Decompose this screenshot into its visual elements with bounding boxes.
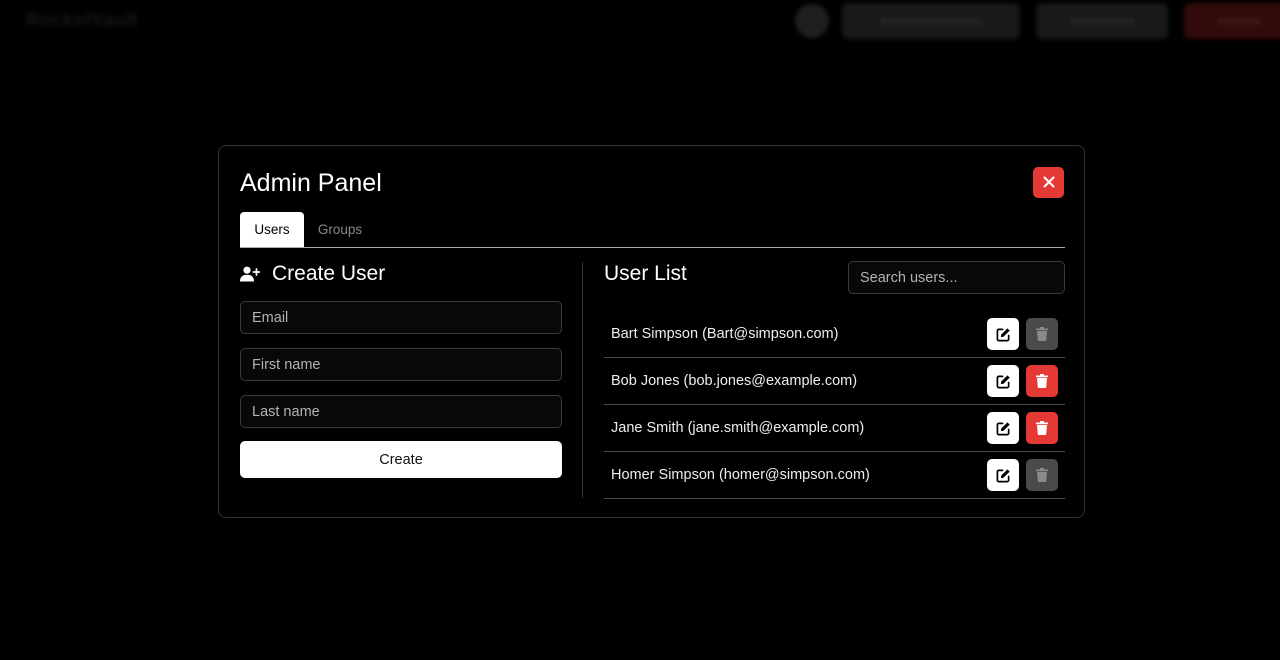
tab-users[interactable]: Users (240, 212, 304, 247)
edit-icon (996, 374, 1010, 388)
edit-icon (996, 421, 1010, 435)
trash-icon (1036, 327, 1048, 341)
tab-groups[interactable]: Groups (304, 212, 376, 247)
app-logo: RocketVault (26, 10, 139, 31)
user-label: Homer Simpson (homer@simpson.com) (611, 467, 870, 483)
create-button[interactable]: Create (240, 441, 562, 478)
create-user-title: Create User (272, 262, 386, 285)
admin-panel-modal: Admin Panel Users Groups Create User Cre… (218, 145, 1085, 518)
delete-user-button (1026, 318, 1058, 350)
create-user-heading: Create User (240, 261, 562, 287)
trash-icon (1036, 374, 1048, 388)
user-list-title: User List (604, 262, 687, 285)
edit-user-button[interactable] (987, 318, 1019, 350)
close-icon (1043, 176, 1054, 188)
edit-user-button[interactable] (987, 459, 1019, 491)
user-label: Jane Smith (jane.smith@example.com) (611, 420, 865, 436)
modal-title: Admin Panel (240, 169, 382, 197)
trash-icon (1036, 421, 1048, 435)
first-name-field[interactable] (240, 348, 562, 381)
edit-user-button[interactable] (987, 412, 1019, 444)
user-row: Bob Jones (bob.jones@example.com) (604, 358, 1065, 405)
header-button-3: ●●●●●● (1184, 3, 1280, 39)
header-button-2: ●●●●●●●●● (1036, 3, 1168, 39)
user-row: Bart Simpson (Bart@simpson.com) (604, 311, 1065, 358)
last-name-field[interactable] (240, 395, 562, 428)
user-label: Bob Jones (bob.jones@example.com) (611, 373, 858, 389)
close-button[interactable] (1033, 167, 1064, 198)
user-list: Bart Simpson (Bart@simpson.com) Bob Jones… (604, 311, 1065, 499)
trash-icon (1036, 468, 1048, 482)
edit-icon (996, 468, 1010, 482)
email-field[interactable] (240, 301, 562, 334)
delete-user-button[interactable] (1026, 365, 1058, 397)
create-user-section: Create User Create (240, 261, 562, 478)
search-input[interactable] (848, 261, 1065, 294)
column-divider (582, 262, 583, 498)
user-row: Homer Simpson (homer@simpson.com) (604, 452, 1065, 499)
delete-user-button (1026, 459, 1058, 491)
avatar (795, 4, 829, 38)
edit-icon (996, 327, 1010, 341)
delete-user-button[interactable] (1026, 412, 1058, 444)
user-row: Jane Smith (jane.smith@example.com) (604, 405, 1065, 452)
edit-user-button[interactable] (987, 365, 1019, 397)
tab-bar: Users Groups (240, 212, 1065, 248)
header-button-1: ●●●●●●●●●●●●●● (842, 3, 1020, 39)
user-plus-icon (240, 266, 260, 282)
user-label: Bart Simpson (Bart@simpson.com) (611, 326, 839, 342)
